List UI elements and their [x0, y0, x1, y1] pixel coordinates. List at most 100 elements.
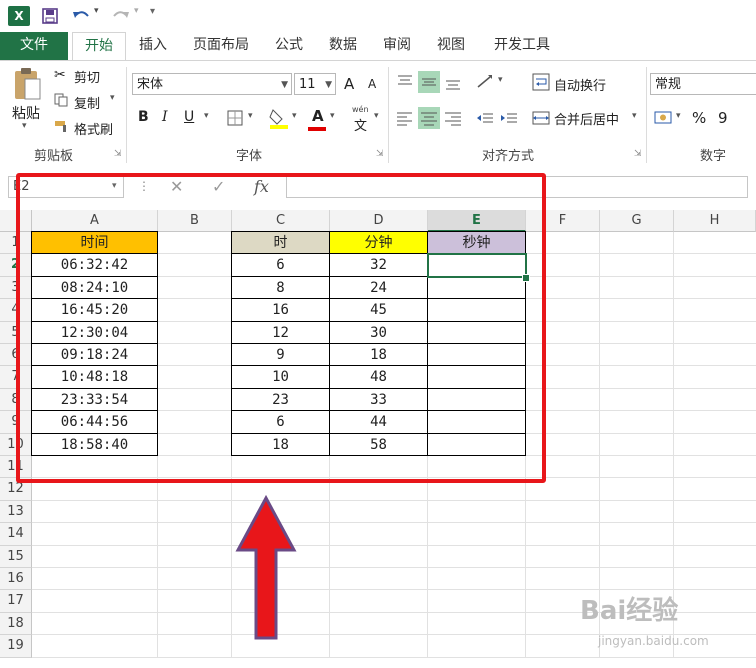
format-painter-button[interactable]: 格式刷: [74, 119, 113, 138]
italic-button[interactable]: I: [162, 109, 168, 125]
borders-dropdown-icon[interactable]: ▾: [248, 111, 253, 121]
row-header-18[interactable]: 18: [0, 612, 32, 636]
align-middle-button[interactable]: [418, 71, 440, 93]
underline-button[interactable]: U: [184, 109, 194, 125]
align-right-button[interactable]: [442, 107, 464, 129]
align-bottom-button[interactable]: [442, 71, 464, 93]
font-color-swatch: [308, 127, 326, 131]
paste-dropdown-icon[interactable]: ▾: [22, 121, 27, 131]
align-center-icon: [421, 112, 437, 126]
tab-review[interactable]: 审阅: [374, 32, 420, 60]
paste-button[interactable]: 粘贴: [12, 103, 40, 123]
tab-view[interactable]: 视图: [428, 32, 474, 60]
alignment-launcher-icon[interactable]: ⇲: [634, 149, 642, 159]
chevron-down-icon: ▼: [281, 80, 288, 90]
undo-dropdown-icon[interactable]: ▾: [94, 6, 99, 16]
borders-icon[interactable]: [226, 109, 244, 127]
row-header-17[interactable]: 17: [0, 590, 32, 613]
merge-dropdown-icon[interactable]: ▾: [632, 111, 637, 121]
tab-insert[interactable]: 插入: [130, 32, 176, 60]
watermark-url: jingyan.baidu.com: [598, 634, 709, 648]
number-format-select[interactable]: 常规: [650, 73, 756, 95]
divider: [646, 67, 647, 163]
align-middle-icon: [422, 78, 436, 86]
font-launcher-icon[interactable]: ⇲: [376, 149, 384, 159]
merge-center-button[interactable]: 合并后居中: [554, 109, 619, 128]
font-group-label: 字体: [236, 149, 263, 164]
column-header-h[interactable]: H: [674, 210, 756, 232]
undo-icon[interactable]: [72, 8, 90, 24]
bold-button[interactable]: B: [138, 109, 149, 125]
gridline: [32, 522, 756, 524]
align-left-icon: [397, 112, 412, 126]
comma-style-button[interactable]: 9: [718, 109, 728, 127]
redo-icon[interactable]: [112, 8, 130, 24]
number-format-value: 常规: [655, 77, 682, 92]
font-name-value: 宋体: [137, 77, 164, 92]
phonetic-pinyin: wén: [352, 105, 369, 114]
percent-button[interactable]: %: [692, 109, 706, 127]
increase-indent-button[interactable]: [498, 107, 520, 129]
row-header-19[interactable]: 19: [0, 635, 32, 658]
font-size-value: 11: [299, 77, 316, 92]
underline-dropdown-icon[interactable]: ▾: [204, 111, 209, 121]
increase-indent-icon: [501, 113, 517, 123]
customize-qat-icon[interactable]: ▾: [150, 6, 155, 17]
shrink-font-button[interactable]: A: [368, 77, 376, 91]
align-bottom-icon: [446, 80, 460, 90]
highlight-box: [16, 173, 546, 483]
fill-color-dropdown-icon[interactable]: ▾: [292, 111, 297, 121]
tab-file[interactable]: 文件: [0, 32, 68, 60]
divider: [388, 67, 389, 163]
paste-icon[interactable]: [12, 67, 42, 101]
font-color-button[interactable]: A: [312, 107, 324, 125]
decrease-indent-button[interactable]: [474, 107, 496, 129]
fill-color-icon[interactable]: [268, 107, 290, 129]
align-top-button[interactable]: [394, 71, 416, 93]
gridline: [32, 499, 756, 501]
text-orientation-icon: [477, 75, 492, 88]
tab-page-layout[interactable]: 页面布局: [184, 32, 258, 60]
accounting-format-icon[interactable]: [654, 109, 674, 127]
excel-logo: X: [8, 6, 30, 26]
gridline: [32, 656, 756, 658]
accounting-dropdown-icon[interactable]: ▾: [676, 111, 681, 121]
ribbon-tabs: 文件 开始 插入 页面布局 公式 数据 审阅 视图 开发工具: [0, 32, 756, 62]
align-right-icon: [445, 112, 461, 126]
font-name-select[interactable]: 宋体 ▼: [132, 73, 292, 95]
save-icon[interactable]: [42, 8, 58, 24]
tab-developer[interactable]: 开发工具: [484, 32, 560, 60]
gridline: [32, 567, 756, 568]
copy-dropdown-icon[interactable]: ▾: [110, 93, 115, 103]
row-header-15[interactable]: 15: [0, 545, 32, 568]
row-header-16[interactable]: 16: [0, 568, 32, 591]
tab-data[interactable]: 数据: [320, 32, 366, 60]
redo-dropdown-icon[interactable]: ▾: [134, 6, 139, 16]
cut-icon: ✂: [54, 67, 66, 83]
row-header-14[interactable]: 14: [0, 523, 32, 546]
align-center-button[interactable]: [418, 107, 440, 129]
row-header-13[interactable]: 13: [0, 500, 32, 524]
copy-button[interactable]: 复制: [74, 93, 100, 112]
divider: [126, 67, 127, 163]
alignment-group-label: 对齐方式: [482, 149, 535, 164]
phonetic-dropdown-icon[interactable]: ▾: [374, 111, 379, 121]
font-color-dropdown-icon[interactable]: ▾: [330, 111, 335, 121]
number-group-label: 数字: [700, 149, 727, 164]
column-header-g[interactable]: G: [600, 210, 674, 232]
orientation-button[interactable]: [474, 71, 496, 93]
cut-button[interactable]: 剪切: [74, 67, 100, 86]
tab-formulas[interactable]: 公式: [266, 32, 312, 60]
red-up-arrow-icon: [235, 494, 297, 640]
grow-font-button[interactable]: A: [344, 75, 354, 93]
font-size-select[interactable]: 11 ▼: [294, 73, 336, 95]
orientation-dropdown-icon[interactable]: ▾: [498, 75, 503, 85]
merge-center-icon: [532, 111, 550, 125]
align-left-button[interactable]: [394, 107, 416, 129]
gridline: [32, 544, 756, 546]
wrap-text-button[interactable]: 自动换行: [554, 75, 606, 94]
clipboard-launcher-icon[interactable]: ⇲: [114, 149, 122, 159]
tab-home[interactable]: 开始: [72, 32, 126, 62]
phonetic-button[interactable]: 文: [354, 115, 367, 134]
align-top-icon: [398, 75, 412, 85]
